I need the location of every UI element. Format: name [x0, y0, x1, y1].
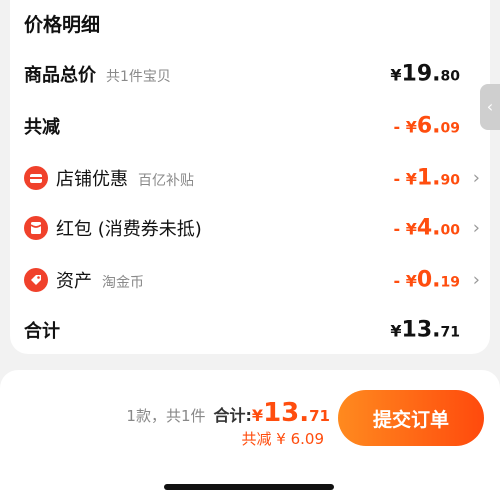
red-packet-label: 红包 (消费券未抵): [56, 219, 202, 240]
goods-total-sub: 共1件宝贝: [106, 69, 171, 85]
currency-symbol: - ¥: [393, 219, 417, 239]
chevron-right-icon[interactable]: ›: [473, 168, 480, 189]
currency-symbol: - ¥: [393, 271, 417, 291]
chevron-right-icon[interactable]: ›: [473, 218, 480, 239]
amount-dec: 00: [440, 222, 460, 239]
shop-discount-sub: 百亿补贴: [138, 173, 194, 189]
total-reduction-label: 共减: [24, 117, 60, 138]
assets-sub: 淘金币: [102, 275, 144, 291]
row-red-packet[interactable]: 红包 (消费券未抵) - ¥4.00 ›: [10, 208, 490, 248]
shop-discount-text: 店铺优惠: [56, 169, 128, 190]
red-packet-amount: - ¥4.00: [394, 216, 461, 241]
total-dec: 71: [309, 407, 330, 425]
currency-symbol: ¥: [251, 406, 264, 425]
item-count: 1款，共1件: [126, 407, 206, 425]
red-packet-icon: [24, 216, 48, 240]
shop-icon: [24, 166, 48, 190]
total-amount: ¥13.71: [390, 318, 460, 343]
goods-total-amount: ¥19.80: [390, 62, 460, 87]
total-reduction-amount: - ¥6.09: [394, 114, 461, 139]
total-label: 合计: [24, 321, 60, 342]
assets-text: 资产: [56, 271, 92, 292]
amount-dec: 71: [440, 324, 460, 341]
amount-int: 13.: [401, 317, 441, 343]
amount-int: 4.: [416, 215, 441, 241]
goods-total-label: 商品总价 共1件宝贝: [24, 61, 171, 87]
price-detail-card: 价格明细 商品总价 共1件宝贝 ¥19.80 共减 - ¥6.09 店铺优惠 百亿补…: [10, 0, 490, 354]
row-assets[interactable]: 资产 淘金币 - ¥0.19 ›: [10, 260, 490, 300]
total-int: 13.: [263, 398, 310, 428]
amount-dec: 09: [440, 120, 460, 137]
home-indicator[interactable]: [164, 484, 334, 490]
assets-amount: - ¥0.19: [394, 268, 461, 293]
bottom-bar: 1款，共1件 合计:¥13.71 共减 ¥ 6.09 提交订单: [0, 370, 500, 498]
currency-symbol: ¥: [390, 321, 402, 341]
amount-dec: 90: [440, 172, 460, 189]
row-goods-total: 商品总价 共1件宝贝 ¥19.80: [10, 54, 490, 94]
discount-summary: 共减 ¥ 6.09: [241, 430, 324, 448]
chevron-right-icon[interactable]: ›: [473, 270, 480, 291]
amount-dec: 19: [440, 274, 460, 291]
currency-symbol: ¥: [390, 65, 402, 85]
shop-discount-amount: - ¥1.90: [394, 166, 461, 191]
row-total-reduction: 共减 - ¥6.09: [10, 106, 490, 146]
amount-int: 6.: [416, 113, 441, 139]
amount-int: 1.: [416, 165, 441, 191]
row-total: 合计 ¥13.71: [10, 310, 490, 350]
amount-int: 0.: [416, 267, 441, 293]
order-summary: 1款，共1件 合计:¥13.71: [126, 398, 330, 428]
section-title: 价格明细: [24, 14, 101, 36]
currency-symbol: - ¥: [393, 169, 417, 189]
row-shop-discount[interactable]: 店铺优惠 百亿补贴 - ¥1.90 ›: [10, 158, 490, 198]
amount-int: 19.: [401, 61, 441, 87]
goods-total-text: 商品总价: [24, 65, 96, 86]
coin-tag-icon: [24, 268, 48, 292]
currency-symbol: - ¥: [393, 117, 417, 137]
shop-discount-label: 店铺优惠 百亿补贴: [56, 165, 194, 191]
submit-order-button[interactable]: 提交订单: [338, 390, 484, 446]
assets-label: 资产 淘金币: [56, 267, 144, 293]
side-collapse-tab[interactable]: ‹: [480, 84, 500, 130]
total-label: 合计:: [213, 406, 252, 425]
amount-dec: 80: [440, 68, 460, 85]
